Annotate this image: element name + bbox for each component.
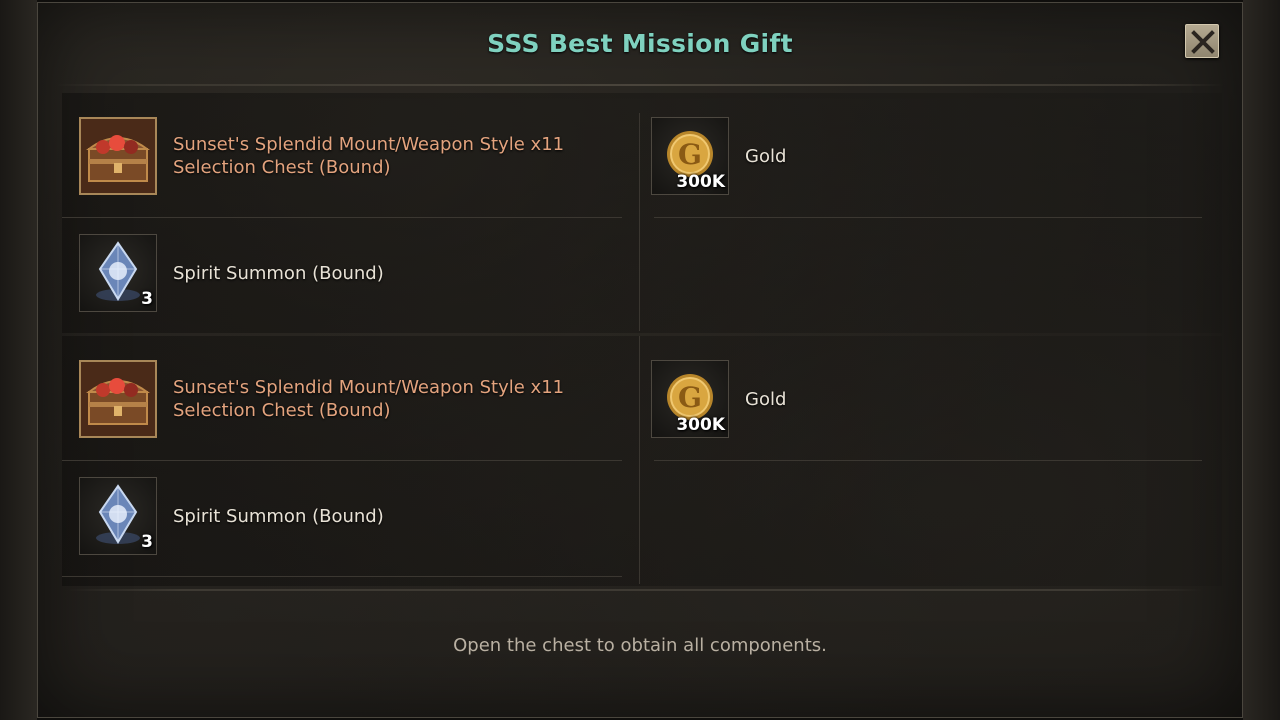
treasure-chest-icon <box>81 119 155 193</box>
reward-item-gold[interactable]: G 300K Gold <box>651 117 786 195</box>
reward-group-2: Sunset's Splendid Mount/Weapon Style x11… <box>62 336 1222 586</box>
item-slot[interactable]: G 300K <box>651 117 729 195</box>
background-right-edge <box>1243 0 1280 720</box>
item-slot[interactable] <box>79 117 157 195</box>
background-left-edge <box>0 0 37 720</box>
item-count: 3 <box>141 289 153 309</box>
svg-text:G: G <box>678 138 702 171</box>
row-divider <box>654 460 1202 461</box>
reward-item-chest[interactable]: Sunset's Splendid Mount/Weapon Style x11… <box>79 117 593 195</box>
row-divider <box>62 460 622 461</box>
column-divider <box>639 336 640 584</box>
footer-divider <box>68 589 1202 591</box>
item-name: Sunset's Splendid Mount/Weapon Style x11… <box>173 134 565 178</box>
item-count: 300K <box>676 172 725 192</box>
row-divider <box>654 217 1202 218</box>
gift-dialog: SSS Best Mission Gift Sunset's Splendid … <box>37 2 1243 718</box>
item-name: Gold <box>745 145 787 167</box>
footer-hint: Open the chest to obtain all components. <box>453 635 827 656</box>
item-slot[interactable] <box>79 360 157 438</box>
column-divider <box>639 113 640 331</box>
item-name: Spirit Summon (Bound) <box>173 505 384 527</box>
reward-item-gold[interactable]: G 300K Gold <box>651 360 786 438</box>
svg-text:G: G <box>678 381 702 414</box>
item-slot[interactable]: 3 <box>79 477 157 555</box>
item-slot[interactable]: 3 <box>79 234 157 312</box>
reward-item-spirit[interactable]: 3 Spirit Summon (Bound) <box>79 234 384 312</box>
close-x-icon <box>1191 30 1215 54</box>
reward-group-1: Sunset's Splendid Mount/Weapon Style x11… <box>62 93 1222 333</box>
item-name: Gold <box>745 388 787 410</box>
item-name: Sunset's Splendid Mount/Weapon Style x11… <box>173 377 565 421</box>
item-name: Spirit Summon (Bound) <box>173 262 384 284</box>
item-slot[interactable]: G 300K <box>651 360 729 438</box>
treasure-chest-icon <box>81 362 155 436</box>
item-count: 3 <box>141 532 153 552</box>
reward-item-chest[interactable]: Sunset's Splendid Mount/Weapon Style x11… <box>79 360 593 438</box>
title-divider <box>56 84 1224 86</box>
row-divider <box>62 217 622 218</box>
dialog-title: SSS Best Mission Gift <box>487 29 793 58</box>
row-divider <box>62 576 622 577</box>
reward-item-spirit[interactable]: 3 Spirit Summon (Bound) <box>79 477 384 555</box>
item-count: 300K <box>676 415 725 435</box>
close-button[interactable] <box>1185 24 1219 58</box>
